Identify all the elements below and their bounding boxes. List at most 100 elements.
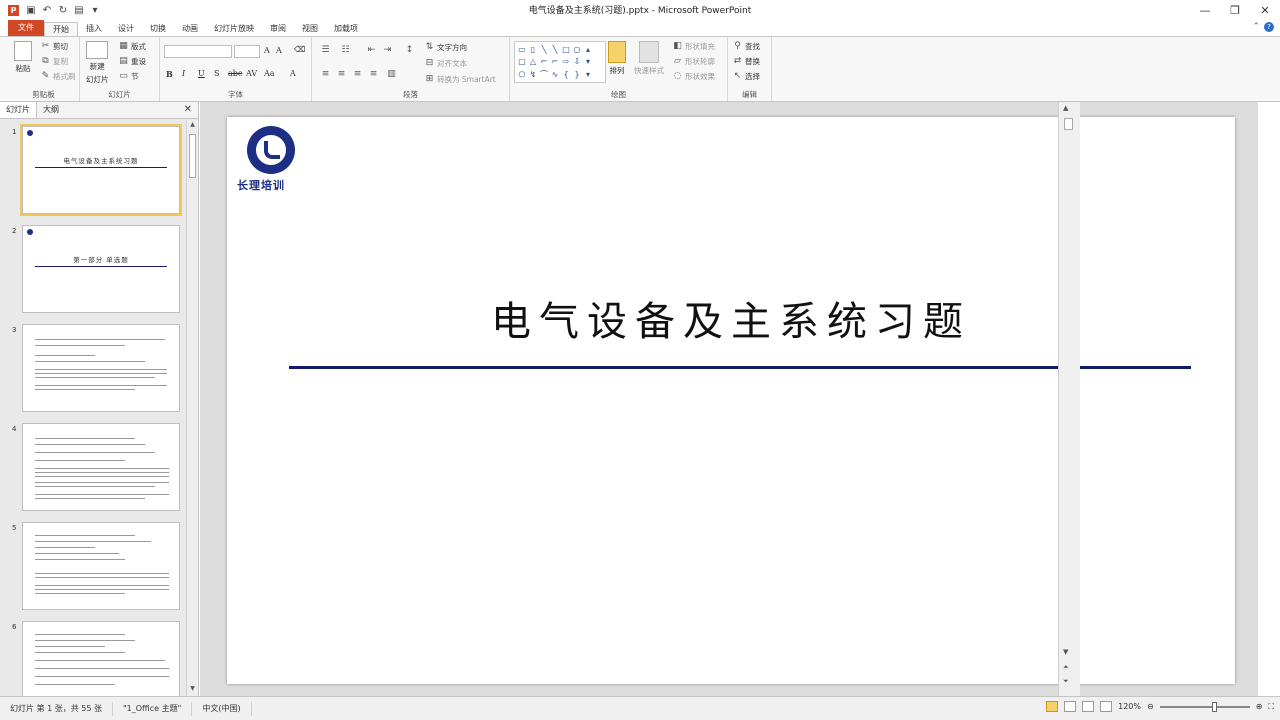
columns-icon[interactable]: ▥ (386, 69, 397, 80)
tab-insert[interactable]: 插入 (78, 22, 110, 36)
shape-outline-button[interactable]: ▱ 形状轮廓 (672, 56, 715, 67)
font-family-combo[interactable] (164, 45, 232, 58)
fit-slide-icon[interactable]: ⛶ (1268, 702, 1274, 712)
tab-addins[interactable]: 加载项 (326, 22, 366, 36)
new-icon[interactable]: ▤ (73, 5, 85, 16)
thumbnail-slide-5[interactable] (22, 522, 180, 610)
scroll-down-icon[interactable]: ▼ (187, 685, 198, 695)
shapes-gallery[interactable]: ▭ ▯ ╲ ╲ □ ○ ▴ ▢ △ ⌐ ⌐ ⇨ ⇩ ▾ ⬠ ↯ ⌒ ∿ { } … (514, 41, 606, 83)
elbow2-shape-icon[interactable]: ⌐ (550, 56, 560, 67)
line-shape-icon[interactable]: ╲ (539, 44, 549, 55)
save-icon[interactable]: ▣ (25, 5, 37, 16)
align-right-icon[interactable]: ≡ (352, 69, 363, 80)
underline-button[interactable]: U (198, 69, 205, 78)
panel-scrollbar[interactable]: ▲ ▼ (186, 120, 198, 696)
vertical-textbox-shape-icon[interactable]: ▯ (528, 44, 538, 55)
tab-outline-panel[interactable]: 大纲 (37, 102, 65, 118)
undo-icon[interactable]: ↶ (41, 5, 53, 16)
reading-view-icon[interactable] (1082, 701, 1095, 712)
arrow-right-shape-icon[interactable]: ⇨ (561, 56, 571, 67)
panel-scroll-thumb[interactable] (189, 134, 196, 178)
paste-button[interactable]: 粘贴 (14, 41, 32, 74)
editor-scrollbar[interactable]: ▲ ▼ ⏶ ⏷ (1058, 102, 1080, 696)
gallery-up-icon[interactable]: ▴ (583, 44, 593, 55)
increase-indent-icon[interactable]: ⇥ (382, 45, 393, 56)
thumbnail-slide-1[interactable]: 电气设备及主系统习题 (20, 124, 182, 216)
close-button[interactable]: ✕ (1250, 0, 1280, 20)
shape-fill-button[interactable]: ◧ 形状填充 (672, 41, 715, 52)
brace-right-shape-icon[interactable]: } (572, 69, 582, 80)
zoom-slider[interactable] (1159, 701, 1250, 712)
rounded-rect-shape-icon[interactable]: ▢ (517, 56, 527, 67)
language-indicator[interactable]: 中文(中国) (192, 701, 252, 716)
restore-button[interactable]: ❐ (1220, 0, 1250, 20)
gallery-down-icon[interactable]: ▾ (583, 56, 593, 67)
zoom-in-icon[interactable]: ⊕ (1256, 702, 1263, 711)
tab-file[interactable]: 文件 (8, 20, 44, 36)
thumbnail-slide-4[interactable] (22, 423, 180, 511)
lightning-shape-icon[interactable]: ↯ (528, 69, 538, 80)
select-button[interactable]: ↖ 选择 (732, 71, 760, 82)
quick-styles-button[interactable]: 快速样式 (634, 41, 664, 76)
slideshow-view-icon[interactable] (1100, 701, 1113, 712)
new-slide-button[interactable]: 新建 幻灯片 (86, 41, 109, 85)
help-icon[interactable]: ? (1264, 22, 1274, 32)
collapse-ribbon-icon[interactable]: ⌃ (1252, 22, 1260, 32)
line2-shape-icon[interactable]: ╲ (550, 44, 560, 55)
align-text-button[interactable]: ⊟ 对齐文本 (424, 58, 467, 69)
replace-button[interactable]: ⇄ 替换 (732, 56, 760, 67)
arrow-down-shape-icon[interactable]: ⇩ (572, 56, 582, 67)
tab-view[interactable]: 视图 (294, 22, 326, 36)
layout-button[interactable]: ▦ 版式 (118, 41, 146, 52)
tab-transitions[interactable]: 切换 (142, 22, 174, 36)
textbox-shape-icon[interactable]: ▭ (517, 44, 527, 55)
align-left-icon[interactable]: ≡ (320, 69, 331, 80)
reset-button[interactable]: ▤ 重设 (118, 56, 146, 67)
elbow-shape-icon[interactable]: ⌐ (539, 56, 549, 67)
tab-review[interactable]: 审阅 (262, 22, 294, 36)
thumbnail-slide-6[interactable] (22, 621, 180, 696)
wave-shape-icon[interactable]: ∿ (550, 69, 560, 80)
font-color-button[interactable]: A (290, 69, 296, 78)
rectangle-shape-icon[interactable]: □ (561, 44, 571, 55)
redo-icon[interactable]: ↻ (57, 5, 69, 16)
numbering-icon[interactable]: ☷ (340, 45, 351, 56)
slide-title[interactable]: 电气设备及主系统习题 (227, 289, 1235, 347)
powerpoint-app-icon[interactable]: P (8, 4, 19, 16)
prev-slide-icon[interactable]: ⏶ (1063, 663, 1069, 672)
editor-scroll-down-icon[interactable]: ▼ (1063, 648, 1068, 656)
tab-slides-panel[interactable]: 幻灯片 (0, 102, 37, 118)
bold-button[interactable]: B (166, 69, 173, 79)
tab-home[interactable]: 开始 (44, 22, 78, 36)
smartart-button[interactable]: ⊞ 转换为 SmartArt (424, 74, 496, 85)
cut-button[interactable]: ✂ 剪切 (40, 41, 68, 52)
editor-scroll-up-icon[interactable]: ▲ (1063, 104, 1068, 112)
italic-button[interactable]: I (182, 69, 185, 78)
minimize-button[interactable]: — (1190, 0, 1220, 20)
oval-shape-icon[interactable]: ○ (572, 44, 582, 55)
current-slide[interactable]: 长理培训 电气设备及主系统习题 (227, 117, 1235, 684)
next-slide-icon[interactable]: ⏷ (1063, 677, 1069, 686)
brace-left-shape-icon[interactable]: { (561, 69, 571, 80)
arrange-button[interactable]: 排列 (608, 41, 626, 76)
customize-icon[interactable]: ▾ (89, 5, 101, 16)
align-center-icon[interactable]: ≡ (336, 69, 347, 80)
zoom-out-icon[interactable]: ⊖ (1147, 702, 1154, 711)
thumbnail-slide-2[interactable]: 第一部分 单选题 (22, 225, 180, 313)
shape-effects-button[interactable]: ◌ 形状效果 (672, 71, 715, 82)
bullets-icon[interactable]: ☰ (320, 45, 331, 56)
font-size-combo[interactable] (234, 45, 260, 58)
panel-close-icon[interactable]: ✕ (184, 104, 192, 115)
grow-font-icon[interactable]: A (264, 46, 270, 55)
section-button[interactable]: ▭ 节 (118, 71, 138, 82)
pentagon-shape-icon[interactable]: ⬠ (517, 69, 527, 80)
zoom-level[interactable]: 120% (1118, 702, 1141, 711)
copy-button[interactable]: ⧉ 复制 (40, 56, 68, 67)
theme-name[interactable]: "1_Office 主题" (113, 701, 193, 716)
shadow-button[interactable]: S (214, 69, 219, 78)
curve-shape-icon[interactable]: ⌒ (539, 69, 549, 80)
editor-scroll-thumb[interactable] (1064, 118, 1073, 130)
scroll-up-icon[interactable]: ▲ (187, 121, 198, 131)
decrease-indent-icon[interactable]: ⇤ (366, 45, 377, 56)
tab-slideshow[interactable]: 幻灯片放映 (206, 22, 262, 36)
